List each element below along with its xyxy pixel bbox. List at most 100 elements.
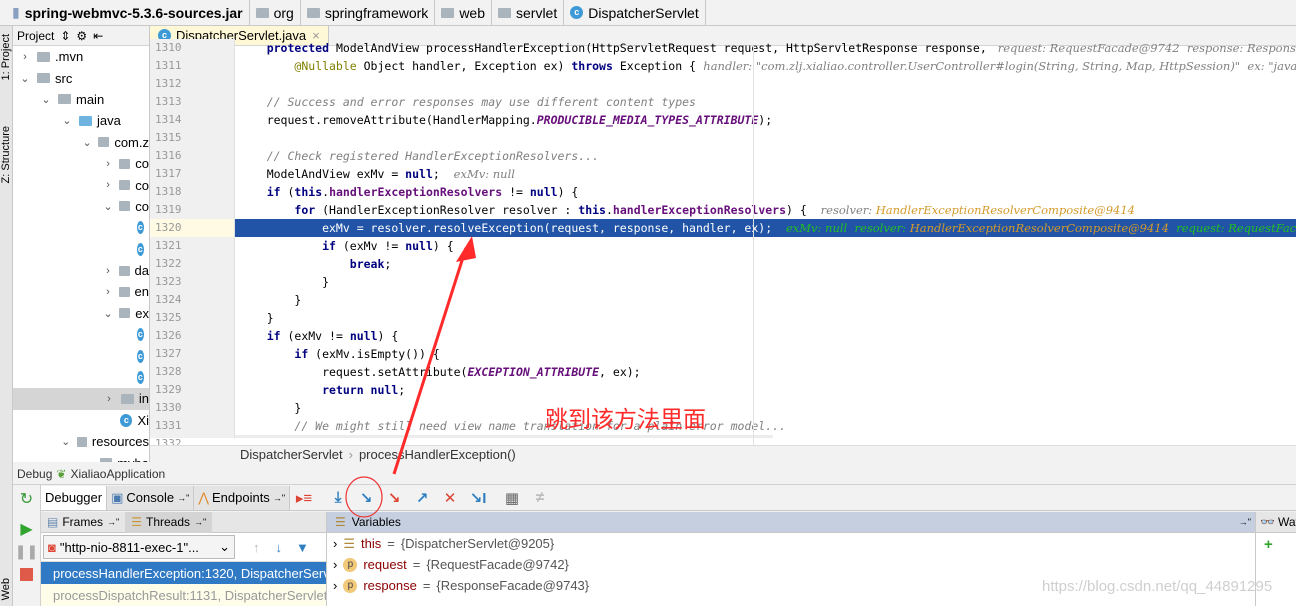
line-number[interactable]: 1318 [150,183,234,201]
expand-arrow-icon[interactable]: › [333,536,337,551]
project-view-selector[interactable]: Project [17,29,54,43]
line-number[interactable]: 1323 [150,273,234,291]
tree-item[interactable]: › .mvn [13,46,149,67]
breadcrumb-item[interactable]: springframework [301,0,436,26]
tab-threads[interactable]: ☰ Threads →" [125,511,213,533]
gear-icon[interactable]: ⚙ [76,29,87,43]
tree-item[interactable]: ⌄ ex [13,303,149,324]
line-number[interactable]: 1321 [150,237,234,255]
tab-debugger[interactable]: Debugger [41,485,108,510]
hide-icon[interactable]: ⇤ [93,29,103,43]
resume-icon[interactable]: ▶ [13,519,40,539]
line-number[interactable]: 1313 [150,93,234,111]
line-number[interactable]: 1325 [150,309,234,327]
frame-down-icon[interactable]: ↓ [276,540,283,555]
expand-arrow-icon[interactable]: › [333,557,337,572]
field-icon: ☰ [343,535,355,551]
folder-icon [118,265,130,276]
tree-item[interactable]: c [13,367,149,388]
filter-icon[interactable]: ▼ [296,540,309,555]
folder-icon [98,137,110,148]
expand-arrow-icon: › [106,285,110,298]
tree-item[interactable]: › en [13,281,149,302]
force-step-into-icon[interactable]: ↘ [380,489,408,507]
tree-item[interactable]: c [13,217,149,238]
project-tool-button[interactable]: 1: Project [0,34,12,80]
structure-tool-button[interactable]: Z: Structure [0,126,12,183]
run-to-cursor-icon[interactable]: ↘I [464,489,492,507]
line-number[interactable]: 1311 [150,57,234,75]
line-number[interactable]: 1327 [150,345,234,363]
line-number[interactable]: 1314 [150,111,234,129]
folder-icon [37,73,50,84]
add-watch-icon[interactable]: + [1256,533,1296,556]
line-number[interactable]: 1312 [150,75,234,93]
show-execution-point-icon[interactable]: ▸≡ [290,489,318,507]
frame-row[interactable]: processDispatchResult:1131, DispatcherSe… [41,584,326,606]
tree-item[interactable]: › co [13,174,149,195]
variable-row[interactable]: › p request = {RequestFacade@9742} [327,554,1255,575]
navigation-bar: ▮ spring-webmvc-5.3.6-sources.jar org sprin… [0,0,1296,26]
tree-item[interactable]: › da [13,260,149,281]
line-number[interactable]: 1324 [150,291,234,309]
frame-up-icon[interactable]: ↑ [253,540,260,555]
collapse-icon[interactable]: ⇕ [60,29,70,43]
code-line: if (exMv.isEmpty()) { [294,347,440,361]
tree-item[interactable]: c [13,345,149,366]
tree-item[interactable]: › co [13,153,149,174]
expand-arrow-icon[interactable]: › [333,578,337,593]
frame-row[interactable]: processHandlerException:1320, Dispatcher… [41,562,326,584]
variable-row[interactable]: › ☰ this = {DispatcherServlet@9205} [327,533,1255,554]
expand-arrow-icon: ⌄ [20,72,30,85]
code-area[interactable]: protected ModelAndView processHandlerExc… [235,39,1296,438]
tree-item[interactable]: › in [13,388,149,410]
tree-item[interactable]: ⌄ src [13,67,149,88]
line-number[interactable]: 1315 [150,129,234,147]
tab-endpoints[interactable]: ⋀ Endpoints →" [194,485,291,510]
line-number[interactable]: 1310 [150,39,234,57]
tree-item[interactable]: ⌄myba [13,452,149,462]
tree-item[interactable]: ⌄ java [13,110,149,131]
line-number[interactable]: 1319 [150,201,234,219]
breadcrumb-item[interactable]: web [435,0,492,26]
line-number[interactable]: 1329 [150,381,234,399]
breadcrumb-item[interactable]: servlet [492,0,565,26]
tab-console[interactable]: ▣ Console →" [107,485,195,510]
line-number[interactable]: 1316 [150,147,234,165]
code-line: request.setAttribute(EXCEPTION_ATTRIBUTE… [239,365,641,379]
tree-item[interactable]: c [13,239,149,260]
line-number[interactable]: 1317 [150,165,234,183]
step-out-icon[interactable]: ↗ [408,489,436,507]
breadcrumb-item[interactable]: ▮ spring-webmvc-5.3.6-sources.jar [6,0,250,26]
breadcrumb-item[interactable]: org [250,0,301,26]
debug-config-tab[interactable]: XialiaoApplication [70,467,165,481]
tree-item[interactable]: ⌄ co [13,196,149,217]
stop-icon[interactable] [20,568,33,581]
evaluate-expression-icon[interactable]: ▦ [498,489,526,507]
step-over-icon[interactable]: ⤓ [324,489,352,506]
tree-item[interactable]: ⌄ main [13,89,149,110]
line-number[interactable]: 1326 [150,327,234,345]
line-number[interactable]: 1320 [150,219,234,237]
tree-item[interactable]: c [13,324,149,345]
jar-icon: ▮ [12,4,20,20]
thread-selector[interactable]: ◙ "http-nio-8811-exec-1"... ⌄ [43,535,235,559]
drop-frame-icon[interactable]: ✕ [436,489,464,507]
line-number[interactable]: 1322 [150,255,234,273]
line-number[interactable]: 1330 [150,399,234,417]
trace-icon[interactable]: ≠ [526,489,554,506]
tree-item[interactable]: ⌄ com.z [13,132,150,153]
breadcrumb-class[interactable]: DispatcherServlet [240,447,343,462]
line-number[interactable]: 1328 [150,363,234,381]
rerun-icon[interactable]: ↻ [13,489,40,509]
line-number[interactable]: 1331 [150,417,234,435]
breadcrumb-item[interactable]: c DispatcherServlet [564,0,706,26]
breadcrumb-method[interactable]: processHandlerException() [359,447,516,462]
tree-item[interactable]: c Xi [13,410,149,431]
step-into-icon[interactable]: ↘ [352,489,380,507]
web-tool-button[interactable]: Web [0,578,12,600]
pause-icon[interactable]: ❚❚ [13,543,40,560]
tree-item[interactable]: ⌄ resources [13,431,149,452]
tab-frames[interactable]: ▤ Frames →" [41,515,126,529]
